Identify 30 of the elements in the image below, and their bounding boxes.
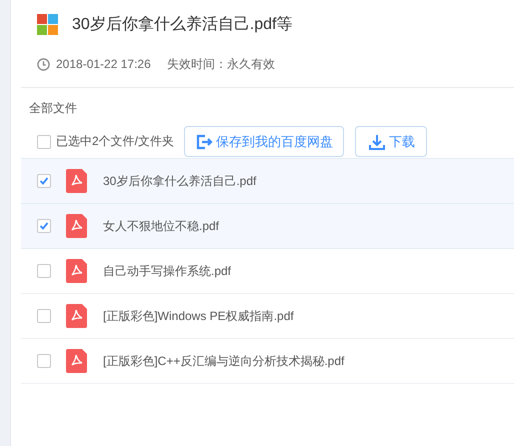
pdf-file-icon: [66, 259, 87, 283]
download-icon: [368, 132, 386, 150]
file-row[interactable]: [正版彩色]C++反汇编与逆向分析技术揭秘.pdf: [21, 339, 514, 384]
file-row[interactable]: [正版彩色]Windows PE权威指南.pdf: [21, 294, 514, 339]
checkbox[interactable]: [37, 264, 51, 278]
pdf-file-icon: [66, 304, 87, 328]
pdf-file-icon: [66, 349, 87, 373]
share-date: 2018-01-22 17:26: [56, 57, 151, 71]
pdf-file-icon: [66, 214, 87, 238]
file-name: 女人不狠地位不稳.pdf: [103, 218, 220, 234]
breadcrumb[interactable]: 全部文件: [29, 101, 77, 115]
checkbox[interactable]: [37, 219, 51, 233]
selection-count: 已选中2个文件/文件夹: [56, 133, 174, 150]
file-row[interactable]: 自己动手写操作系统.pdf: [21, 249, 514, 294]
file-name: 30岁后你拿什么养活自己.pdf: [103, 172, 256, 190]
export-icon: [195, 132, 214, 150]
file-row[interactable]: 30岁后你拿什么养活自己.pdf: [21, 159, 514, 204]
file-name: [正版彩色]Windows PE权威指南.pdf: [103, 308, 294, 324]
pdf-file-icon: [66, 169, 87, 193]
share-title: 30岁后你拿什么养活自己.pdf等: [72, 14, 292, 34]
expiry-text: 失效时间：永久有效: [166, 56, 275, 72]
checkbox[interactable]: [37, 354, 51, 368]
file-row[interactable]: 女人不狠地位不稳.pdf: [21, 204, 514, 249]
checkbox[interactable]: [37, 174, 51, 188]
grid-logo-icon: [37, 14, 58, 34]
clock-icon: [37, 58, 50, 70]
file-name: [正版彩色]C++反汇编与逆向分析技术揭秘.pdf: [103, 352, 344, 370]
checkbox[interactable]: [37, 134, 51, 148]
file-name: 自己动手写操作系统.pdf: [103, 262, 232, 280]
checkbox[interactable]: [37, 309, 51, 323]
